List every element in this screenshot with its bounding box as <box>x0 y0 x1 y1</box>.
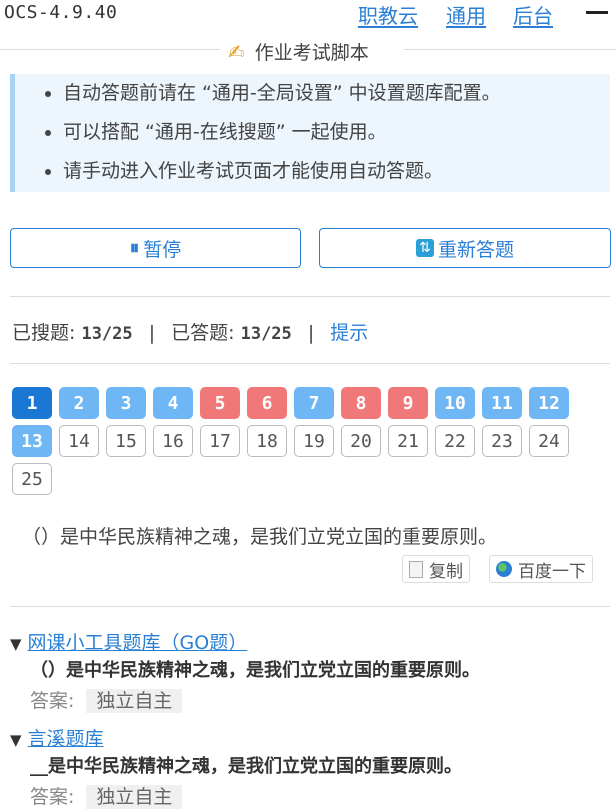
minimize-icon[interactable] <box>586 11 608 14</box>
notice-box: 自动答题前请在 “通用-全局设置” 中设置题库配置。 可以搭配 “通用-在线搜题… <box>10 74 610 192</box>
question-number-button[interactable]: 23 <box>482 425 522 457</box>
baidu-search-button[interactable]: 百度一下 <box>489 555 593 583</box>
copy-button[interactable]: 复制 <box>402 555 470 583</box>
copy-button-label: 复制 <box>429 561 463 582</box>
writing-hand-icon: ✍ <box>228 40 245 64</box>
section-title-text: 作业考试脚本 <box>254 42 369 64</box>
divider <box>0 49 220 50</box>
question-number-button[interactable]: 17 <box>200 425 240 457</box>
result-question: __是中华民族精神之魂，是我们立党立国的重要原则。 <box>30 756 462 777</box>
nav-general[interactable]: 通用 <box>446 0 486 29</box>
question-number-button[interactable]: 14 <box>59 425 99 457</box>
question-number-button[interactable]: 1 <box>12 387 52 419</box>
question-number-button[interactable]: 13 <box>12 425 52 457</box>
notice-item: 自动答题前请在 “通用-全局设置” 中设置题库配置。 <box>63 74 610 113</box>
question-number-button[interactable]: 20 <box>341 425 381 457</box>
pause-button[interactable]: ⏸ 暂停 <box>10 228 301 268</box>
triangle-down-icon[interactable]: ▼ <box>10 731 22 749</box>
header: OCS-4.9.40 职教云 通用 后台 <box>0 0 616 30</box>
section-title: ✍ 作业考试脚本 <box>0 36 616 64</box>
question-number-button[interactable]: 22 <box>435 425 475 457</box>
globe-icon <box>496 561 512 577</box>
version-label: OCS-4.9.40 <box>4 2 118 23</box>
nav-zhijiaoyun[interactable]: 职教云 <box>358 0 418 29</box>
refresh-icon: ⇅ <box>415 239 434 257</box>
question-number-button[interactable]: 10 <box>435 387 475 419</box>
answer-label: 答案: <box>30 690 75 712</box>
result-source-link[interactable]: 网课小工具题库（GO题） <box>28 632 248 654</box>
result-question: （）是中华民族精神之魂，是我们立党立国的重要原则。 <box>30 660 480 681</box>
divider <box>404 49 616 50</box>
search-result: ▼ 网课小工具题库（GO题） （）是中华民族精神之魂，是我们立党立国的重要原则。 … <box>10 628 610 713</box>
stats-separator: | <box>307 322 315 344</box>
answered-count: 13/25 <box>240 324 292 344</box>
redo-button-label: 重新答题 <box>437 238 514 261</box>
question-number-button[interactable]: 6 <box>247 387 287 419</box>
question-number-button[interactable]: 18 <box>247 425 287 457</box>
redo-button[interactable]: ⇅ 重新答题 <box>319 228 611 268</box>
hint-link[interactable]: 提示 <box>330 322 368 344</box>
pause-icon: ⏸ <box>129 237 140 259</box>
question-number-button[interactable]: 9 <box>388 387 428 419</box>
question-number-button[interactable]: 15 <box>106 425 146 457</box>
question-number-button[interactable]: 19 <box>294 425 334 457</box>
current-question: （）是中华民族精神之魂，是我们立党立国的重要原则。 <box>22 526 498 548</box>
question-number-button[interactable]: 7 <box>294 387 334 419</box>
question-number-button[interactable]: 2 <box>59 387 99 419</box>
pause-button-label: 暂停 <box>143 238 182 261</box>
divider <box>10 363 610 364</box>
question-number-button[interactable]: 12 <box>529 387 569 419</box>
question-number-button[interactable]: 11 <box>482 387 522 419</box>
answer-value: 独立自主 <box>86 785 183 809</box>
divider <box>10 296 610 297</box>
question-number-button[interactable]: 4 <box>153 387 193 419</box>
question-number-button[interactable]: 8 <box>341 387 381 419</box>
triangle-down-icon[interactable]: ▼ <box>10 635 22 653</box>
baidu-search-label: 百度一下 <box>518 561 586 582</box>
question-number-button[interactable]: 5 <box>200 387 240 419</box>
question-number-button[interactable]: 21 <box>388 425 428 457</box>
answer-value: 独立自主 <box>86 689 183 713</box>
nav-backend[interactable]: 后台 <box>513 0 553 29</box>
stats-separator: | <box>148 322 156 344</box>
searched-label: 已搜题: <box>12 322 76 344</box>
question-number-button[interactable]: 24 <box>529 425 569 457</box>
notice-item: 请手动进入作业考试页面才能使用自动答题。 <box>63 152 610 191</box>
answered-label: 已答题: <box>171 322 235 344</box>
question-number-button[interactable]: 25 <box>12 463 52 495</box>
stats-bar: 已搜题: 13/25 | 已答题: 13/25 | 提示 <box>12 318 368 345</box>
result-source-link[interactable]: 言溪题库 <box>28 728 104 750</box>
searched-count: 13/25 <box>81 324 133 344</box>
question-number-button[interactable]: 3 <box>106 387 146 419</box>
notice-item: 可以搭配 “通用-在线搜题” 一起使用。 <box>63 113 610 152</box>
divider <box>10 606 610 607</box>
document-icon <box>409 560 423 578</box>
search-result: ▼ 言溪题库 __是中华民族精神之魂，是我们立党立国的重要原则。 答案: 独立自主 <box>10 724 610 809</box>
answer-label: 答案: <box>30 786 75 808</box>
question-number-button[interactable]: 16 <box>153 425 193 457</box>
